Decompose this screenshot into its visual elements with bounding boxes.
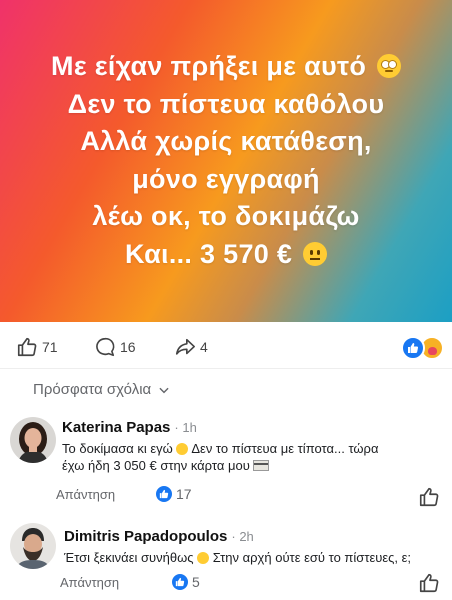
divider [0, 368, 452, 369]
thumbs-up-icon[interactable] [418, 486, 440, 508]
like-badge-icon [172, 574, 188, 590]
rolling-eyes-emoji-icon [376, 54, 401, 78]
post-text-block: Με είχαν πρήξει με αυτό Δεν το πίστευα κ… [0, 48, 452, 273]
post-line-2: Δεν το πίστευα καθόλου [67, 88, 385, 119]
comment-action[interactable]: 16 [94, 336, 136, 358]
neutral-face-emoji-icon [303, 241, 328, 266]
post-line-4: μόνο εγγραφή [132, 163, 320, 194]
comment-text: Το δοκίμασα κι εγώ Δεν το πίστευα με τίπ… [62, 441, 379, 473]
commenter-name[interactable]: Katerina Papas · 1h [62, 419, 197, 436]
comment-time: · 2h [231, 529, 254, 544]
post-line-5: λέω οκ, το δοκιμάζω [92, 201, 360, 231]
post-line-1: Με είχαν πρήξει με αυτό [0, 48, 452, 86]
recent-comments-filter[interactable]: Πρόσφατα σχόλια [33, 381, 171, 398]
share-action[interactable]: 4 [174, 336, 208, 358]
comment-bubble-icon [96, 337, 115, 357]
comment-text: Έτσι ξεκινάει συνήθως Στην αρχή ούτε εσύ… [64, 550, 412, 565]
like-count: 71 [42, 339, 58, 355]
recent-comments-label: Πρόσφατα σχόλια [33, 381, 152, 398]
post-actions-bar: 71 16 4 [0, 330, 452, 366]
reactions-summary[interactable] [401, 336, 444, 360]
like-badge-icon [156, 486, 172, 502]
thumbs-up-icon [17, 337, 37, 357]
reply-button[interactable]: Απάντηση [56, 487, 115, 502]
smile-emoji-icon [197, 552, 210, 564]
post-image-banner: Με είχαν πρήξει με αυτό Δεν το πίστευα κ… [0, 0, 452, 322]
chevron-down-icon [159, 387, 169, 393]
thumbs-up-icon[interactable] [418, 572, 440, 594]
reply-button[interactable]: Απάντηση [60, 575, 119, 590]
share-arrow-icon [175, 338, 195, 355]
share-count: 4 [200, 339, 208, 355]
like-action[interactable]: 71 [16, 336, 58, 358]
comment-like-count: 5 [172, 574, 200, 590]
commenter-name[interactable]: Dimitris Papadopoulos · 2h [64, 528, 254, 545]
comment-like-count: 17 [156, 486, 192, 502]
avatar[interactable] [10, 417, 56, 463]
credit-card-emoji-icon [253, 460, 270, 471]
comment-time: · 1h [174, 420, 197, 435]
avatar[interactable] [10, 523, 56, 569]
post-line-6: Και... 3 570 € [0, 236, 452, 274]
post-line-3: Αλλά χωρίς κατάθεση, [80, 126, 372, 156]
like-reaction-icon [401, 336, 425, 360]
smile-emoji-icon [176, 443, 189, 455]
comment-count: 16 [120, 339, 136, 355]
